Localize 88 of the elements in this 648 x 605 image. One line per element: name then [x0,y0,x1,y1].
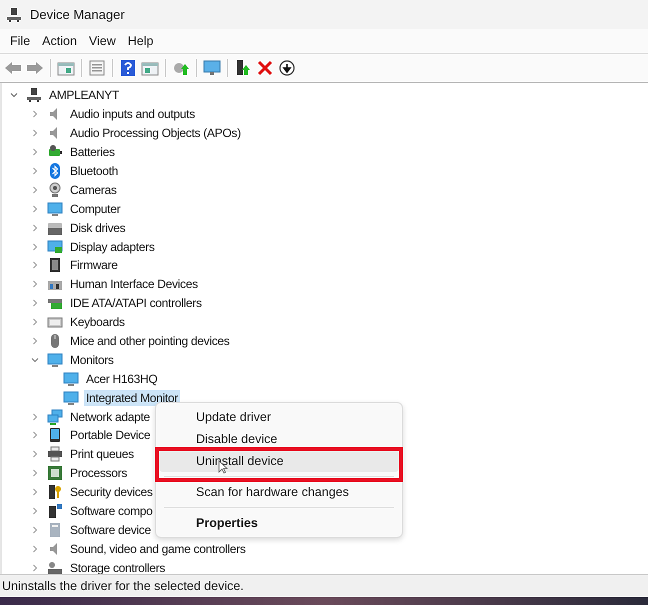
menu-item[interactable]: File [4,32,36,50]
properties-sheet-icon[interactable] [88,60,106,76]
tree-item[interactable]: Display adapters [68,238,157,255]
portable-device-icon [47,427,63,444]
processor-icon [47,465,63,482]
chevron-icon[interactable] [31,167,39,175]
chevron-icon[interactable] [31,431,39,440]
network-icon [47,408,63,425]
menu-item[interactable]: Disable device [159,428,399,450]
tree-item[interactable]: Storage controllers [68,560,168,574]
chevron-icon[interactable] [31,337,39,346]
printer-icon [47,446,63,462]
security-key-icon [47,484,63,500]
tree-item[interactable]: AMPLEANYT [47,87,121,104]
tree-item[interactable]: Mice and other pointing devices [68,333,232,350]
monitor-icon [63,370,79,387]
tree-item[interactable]: Keyboards [68,314,127,330]
chevron-icon[interactable] [31,544,39,553]
tree-item[interactable]: Sound, video and game controllers [68,540,248,557]
tree-item[interactable]: Cameras [68,182,119,198]
tree-item[interactable]: Monitors [68,352,116,368]
panel-icon[interactable] [141,60,159,76]
chevron-icon[interactable] [31,186,39,194]
tree-item[interactable]: Software device [68,522,153,538]
storage-controller-icon [47,560,63,574]
tree-item[interactable]: Disk drives [68,220,128,236]
tree-item[interactable]: Network adapte [68,408,152,425]
tree-item[interactable]: Batteries [68,144,117,160]
chevron-icon[interactable] [31,469,39,478]
monitor-icon [47,200,63,217]
display-adapter-icon [47,238,63,255]
menu-item[interactable]: Uninstall device [159,450,399,472]
software-device-icon [47,522,63,538]
tree-item[interactable]: Security devices [68,484,155,500]
panel-icon[interactable] [57,60,75,76]
tree-item[interactable]: Human Interface Devices [68,276,200,292]
chevron-icon[interactable] [31,526,39,534]
chevron-icon[interactable] [31,242,39,251]
tree-item[interactable]: Portable Device [68,427,152,444]
tree-item[interactable]: Computer [68,200,122,217]
chevron-icon[interactable] [31,488,39,496]
tree-item[interactable]: Bluetooth [68,163,120,179]
chevron-icon[interactable] [31,356,39,364]
monitor-icon [47,352,63,368]
tree-item[interactable]: Print queues [68,446,136,462]
tree-item[interactable]: Acer H163HQ [84,370,160,387]
computer-icon [26,87,42,104]
chevron-icon[interactable] [31,507,39,516]
software-component-icon [47,503,63,520]
menu-item[interactable]: Action [36,32,83,50]
chevron-icon[interactable] [31,129,39,138]
tree-item[interactable]: Software compo [68,503,155,520]
tree-item[interactable]: Audio Processing Objects (APOs) [68,125,243,142]
chevron-icon[interactable] [31,110,39,118]
tree-item[interactable]: IDE ATA/ATAPI controllers [68,295,204,312]
bluetooth-icon [47,163,63,179]
menu-item[interactable]: Properties [159,512,399,534]
chevron-icon[interactable] [31,204,39,213]
chevron-icon[interactable] [31,412,39,421]
chevron-icon[interactable] [31,564,39,572]
computer-icon [6,6,22,22]
chevron-icon[interactable] [31,148,39,156]
back-arrow-icon[interactable] [4,60,22,76]
menu-item[interactable]: Help [122,32,160,50]
monitor-icon [63,390,79,406]
webcam-icon [47,182,63,198]
chevron-icon[interactable] [10,91,18,100]
forward-arrow-icon[interactable] [26,60,44,76]
close-icon[interactable] [256,60,274,76]
monitor-icon[interactable] [203,60,221,76]
window-title: Device Manager [30,7,125,22]
tree-item[interactable]: Integrated Monitor [84,390,180,406]
menu-item[interactable]: View [82,32,122,50]
chevron-icon[interactable] [31,261,39,270]
chevron-icon[interactable] [31,450,39,458]
status-text: Uninstalls the driver for the selected device. [2,579,244,593]
chevron-icon[interactable] [31,224,39,232]
menu-item[interactable]: Scan for hardware changes [159,481,399,503]
menu-item[interactable]: Update driver [159,406,399,428]
tree-item[interactable]: Processors [68,465,130,482]
chevron-icon[interactable] [31,280,39,288]
chevron-icon[interactable] [31,318,39,326]
tree-item[interactable]: Firmware [68,257,120,274]
help-icon[interactable] [119,60,137,76]
tree-item[interactable]: Audio inputs and outputs [68,106,197,122]
firmware-chip-icon [47,257,63,274]
download-icon[interactable] [278,60,296,76]
chevron-icon[interactable] [31,299,39,308]
